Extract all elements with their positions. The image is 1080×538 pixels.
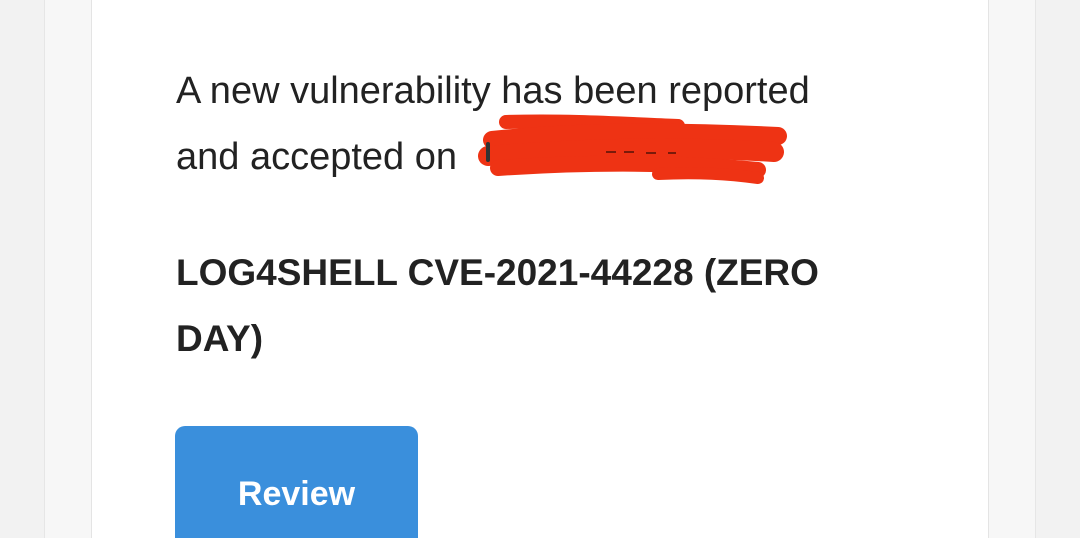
vulnerability-title-line-1: LOG4SHELL CVE-2021-44228 (ZERO bbox=[176, 252, 819, 293]
redaction-scribble bbox=[478, 114, 787, 184]
review-button-label: Review bbox=[237, 475, 356, 513]
review-button[interactable]: Review bbox=[175, 426, 418, 538]
vulnerability-title: LOG4SHELL CVE-2021-44228 (ZERO DAY) bbox=[176, 240, 896, 372]
vulnerability-title-line-2: DAY) bbox=[176, 318, 264, 359]
